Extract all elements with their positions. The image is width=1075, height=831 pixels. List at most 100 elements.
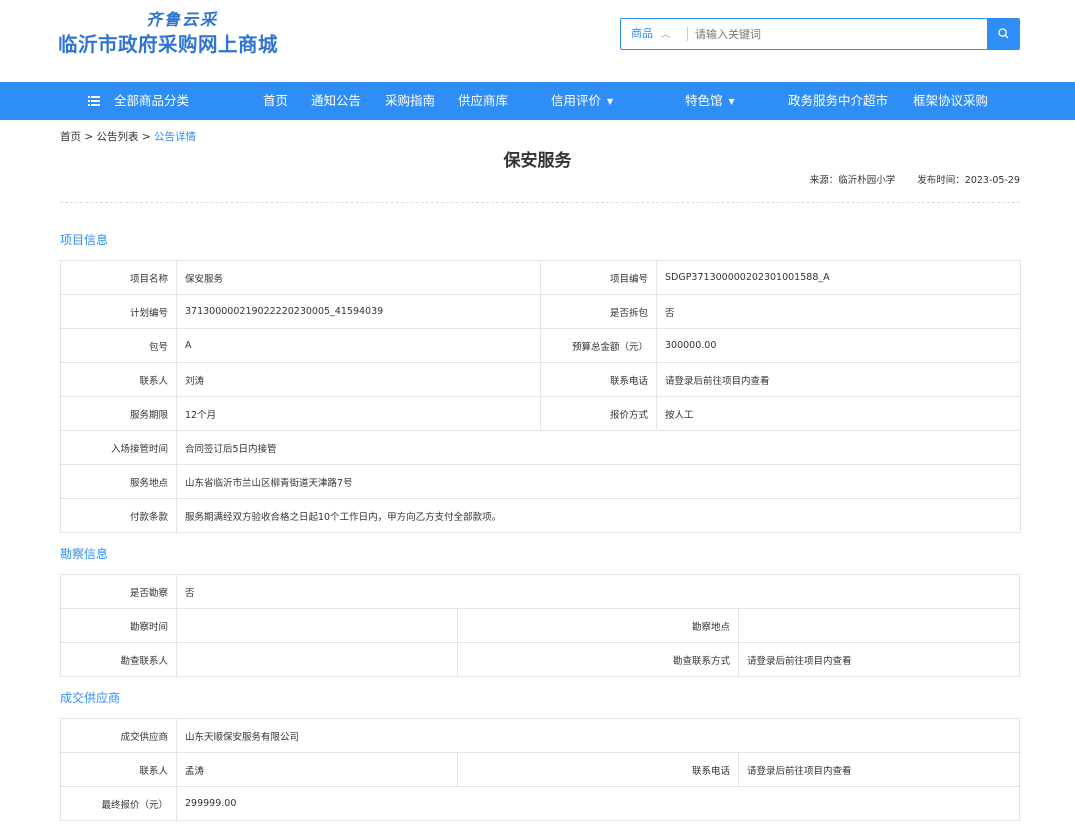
nav-item-notices[interactable]: 通知公告 (311, 82, 361, 120)
breadcrumb-list[interactable]: 公告列表 (97, 131, 139, 143)
nav-item-guide[interactable]: 采购指南 (385, 82, 435, 120)
field-label: 包号 (60, 328, 177, 363)
field-label: 联系电话 (457, 752, 739, 787)
section-title-supplier: 成交供应商 (60, 691, 121, 705)
search-category-select[interactable]: 商品 ︿ (631, 19, 670, 49)
field-label: 付款条款 (60, 498, 177, 533)
site-logo[interactable]: 齐鲁云采 临沂市政府采购网上商城 (58, 6, 318, 56)
breadcrumb: 首页 > 公告列表 > 公告详情 (60, 129, 196, 144)
table-row: 服务期限 12个月 报价方式 按人工 (60, 396, 1021, 431)
search-input[interactable] (695, 23, 975, 45)
field-label: 联系人 (60, 752, 177, 787)
table-row: 包号 A 预算总金额（元） 300000.00 (60, 328, 1021, 363)
field-value: 12个月 (176, 396, 541, 431)
field-label: 计划编号 (60, 294, 177, 329)
field-value: 请登录后前往项目内查看 (738, 642, 1020, 677)
nav-item-agency-market[interactable]: 政务服务中介超市 (788, 82, 888, 120)
field-label: 服务地点 (60, 464, 177, 499)
survey-info-table: 是否勘察 否 勘察时间 勘察地点 勘查联系人 勘查联系方式 请登录后前往项目内查… (60, 574, 1020, 677)
field-label: 成交供应商 (60, 718, 177, 753)
field-value: 服务期满经双方验收合格之日起10个工作日内，甲方向乙方支付全部款项。 (176, 498, 1021, 533)
field-label: 最终报价（元） (60, 786, 177, 821)
nav-item-featured[interactable]: 特色馆 ▼ (685, 82, 735, 120)
breadcrumb-separator: > (141, 131, 151, 143)
field-label: 服务期限 (60, 396, 177, 431)
nav-item-home[interactable]: 首页 (263, 82, 288, 120)
field-value: A (176, 328, 541, 363)
logo-main-text: 临沂市政府采购网上商城 (58, 33, 279, 56)
table-row: 服务地点 山东省临沂市兰山区柳青街道天津路7号 (60, 464, 1021, 499)
table-row: 联系人 孟涛 联系电话 请登录后前往项目内查看 (60, 752, 1020, 787)
article-publish-time: 发布时间：2023-05-29 (917, 175, 1020, 186)
field-value: 山东天顺保安服务有限公司 (176, 718, 1020, 753)
field-label: 联系人 (60, 362, 177, 397)
field-label: 是否拆包 (540, 294, 657, 329)
field-value (176, 642, 458, 677)
table-row: 是否勘察 否 (60, 574, 1020, 609)
nav-item-framework[interactable]: 框架协议采购 (913, 82, 988, 120)
field-value: 按人工 (656, 396, 1021, 431)
supplier-info-table: 成交供应商 山东天顺保安服务有限公司 联系人 孟涛 联系电话 请登录后前往项目内… (60, 718, 1020, 821)
table-row: 计划编号 371300000219022220230005_41594039 是… (60, 294, 1021, 329)
nav-item-credit[interactable]: 信用评价 ▼ (551, 82, 613, 120)
table-row: 项目名称 保安服务 项目编号 SDGP371300000202301001588… (60, 260, 1021, 295)
nav-item-suppliers[interactable]: 供应商库 (458, 82, 508, 120)
project-info-table: 项目名称 保安服务 项目编号 SDGP371300000202301001588… (60, 260, 1021, 533)
search-bar: 商品 ︿ (620, 18, 1020, 50)
field-label: 是否勘察 (60, 574, 177, 609)
field-label: 入场接管时间 (60, 430, 177, 465)
field-value: 否 (176, 574, 1020, 609)
section-title-survey: 勘察信息 (60, 547, 109, 561)
article-meta: 来源：临沂朴园小学 发布时间：2023-05-29 (810, 172, 1020, 186)
field-label: 勘察地点 (457, 608, 739, 643)
breadcrumb-current: 公告详情 (154, 131, 196, 143)
chevron-down-icon: ▼ (728, 97, 735, 106)
nav-all-categories[interactable]: 全部商品分类 (88, 82, 189, 120)
nav-item-credit-label: 信用评价 (551, 93, 602, 108)
search-divider (687, 27, 688, 41)
chevron-up-icon: ︿ (661, 30, 671, 40)
menu-icon (88, 96, 100, 106)
table-row: 勘查联系人 勘查联系方式 请登录后前往项目内查看 (60, 642, 1020, 677)
table-row: 成交供应商 山东天顺保安服务有限公司 (60, 718, 1020, 753)
field-label: 项目编号 (540, 260, 657, 295)
divider (60, 202, 1020, 203)
breadcrumb-separator: > (84, 131, 94, 143)
field-value (176, 608, 458, 643)
field-label: 联系电话 (540, 362, 657, 397)
logo-top-text: 齐鲁云采 (146, 10, 219, 29)
field-label: 报价方式 (540, 396, 657, 431)
field-value: 371300000219022220230005_41594039 (176, 294, 541, 329)
table-row: 付款条款 服务期满经双方验收合格之日起10个工作日内，甲方向乙方支付全部款项。 (60, 498, 1021, 533)
field-value: 299999.00 (176, 786, 1020, 821)
field-value: 孟涛 (176, 752, 458, 787)
nav-all-categories-label: 全部商品分类 (114, 93, 190, 108)
table-row: 最终报价（元） 299999.00 (60, 786, 1020, 821)
field-value: 300000.00 (656, 328, 1021, 363)
field-label: 勘查联系人 (60, 642, 177, 677)
field-label: 勘查联系方式 (457, 642, 739, 677)
search-button[interactable] (987, 19, 1019, 49)
nav-item-featured-label: 特色馆 (685, 93, 723, 108)
table-row: 勘察时间 勘察地点 (60, 608, 1020, 643)
field-value: SDGP371300000202301001588_A (656, 260, 1021, 295)
field-label: 项目名称 (60, 260, 177, 295)
field-value: 请登录后前往项目内查看 (738, 752, 1020, 787)
field-value (738, 608, 1020, 643)
search-icon (997, 28, 1008, 39)
field-value: 刘涛 (176, 362, 541, 397)
table-row: 联系人 刘涛 联系电话 请登录后前往项目内查看 (60, 362, 1021, 397)
field-value: 保安服务 (176, 260, 541, 295)
article-source: 来源：临沂朴园小学 (809, 175, 896, 186)
field-value: 山东省临沂市兰山区柳青街道天津路7号 (176, 464, 1021, 499)
field-value: 请登录后前往项目内查看 (656, 362, 1021, 397)
search-category-label: 商品 (631, 27, 653, 40)
field-value: 否 (656, 294, 1021, 329)
breadcrumb-home[interactable]: 首页 (60, 131, 81, 143)
section-title-project: 项目信息 (60, 233, 109, 247)
chevron-down-icon: ▼ (607, 97, 614, 106)
field-value: 合同签订后5日内接管 (176, 430, 1021, 465)
table-row: 入场接管时间 合同签订后5日内接管 (60, 430, 1021, 465)
site-header: 齐鲁云采 临沂市政府采购网上商城 商品 ︿ (0, 0, 1075, 82)
field-label: 勘察时间 (60, 608, 177, 643)
